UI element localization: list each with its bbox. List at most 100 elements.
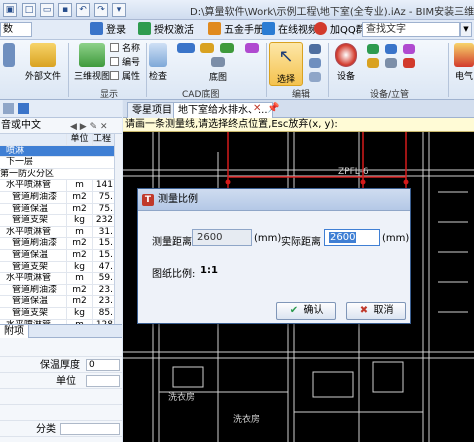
grid-row[interactable]: 管道保温 m2 23. — [0, 296, 114, 308]
close-icon[interactable]: ✕ — [253, 103, 261, 114]
tree-icon[interactable] — [3, 103, 14, 114]
grid-rows: 喷淋 下一层 第一防火分区 水平喷淋管 m 141 管道刷油漆 m2 75. 管道保温 m2 75. 管… — [0, 145, 114, 332]
layer-show-icon — [220, 43, 234, 53]
equipment-button[interactable]: 设备 — [331, 43, 361, 82]
grid-cell-qty: 23. — [92, 296, 114, 308]
checkbox-icon — [110, 71, 119, 80]
unit-select[interactable]: 数 — [0, 22, 32, 37]
grid-cell-name: 管道支架 — [12, 261, 49, 272]
grid-row[interactable]: 管道保温 m2 15. — [0, 249, 114, 262]
tab-misc-items[interactable]: 零星项目 — [127, 102, 177, 118]
tab-attached-items[interactable]: 附项 — [0, 325, 29, 338]
external-file-icon — [30, 43, 56, 67]
hardware-manual-button[interactable]: 五金手册 — [208, 22, 264, 38]
left-panel-toolbar — [0, 100, 122, 118]
check-button[interactable]: 检查 — [147, 43, 169, 82]
dialog-title: 测量比例 — [158, 194, 198, 205]
app-t-icon: T — [142, 194, 154, 206]
copy-icon — [309, 58, 321, 68]
external-file-button[interactable]: 外部文件 — [20, 43, 66, 82]
prop-row-category: 分类 — [0, 422, 122, 437]
grid-row[interactable]: 水平喷淋管 m 141 — [0, 180, 114, 192]
unit-input[interactable] — [86, 375, 120, 387]
dropdown-icon[interactable]: ▾ — [112, 3, 126, 17]
grid-row[interactable]: 管道保温 m2 75. — [0, 203, 114, 216]
window-title: D:\算量软件\Work\示例工程\地下室(全专业).iAz - BIM安装三维… — [190, 7, 474, 18]
device-tool-2[interactable] — [366, 58, 380, 70]
dialog-title-bar: T 测量比例 — [138, 189, 410, 211]
list-icon[interactable] — [18, 103, 29, 114]
filter-icons[interactable]: ◀ ▶ ✎ ✕ — [70, 120, 108, 135]
grid-cell-unit: m2 — [66, 203, 92, 215]
grid-cell-unit: kg — [66, 215, 92, 227]
grid-row[interactable]: 管道刷油漆 m2 75. — [0, 191, 114, 204]
grid-row[interactable]: 第一防火分区 — [0, 169, 114, 181]
grid-cell-name: 管道保温 — [12, 296, 49, 307]
grid-row[interactable]: 喷淋 — [0, 145, 114, 158]
measured-unit-label: (mm) — [254, 233, 282, 244]
device-tool-5[interactable] — [402, 44, 416, 56]
video-icon — [262, 22, 275, 35]
electric-button[interactable]: 电气 — [452, 43, 474, 82]
checkbox-attribute[interactable]: 属性 — [110, 71, 140, 84]
cad-tool-1[interactable] — [175, 43, 197, 55]
grid-row[interactable]: 管道支架 kg 47. — [0, 261, 114, 274]
layer-toggle-icon — [200, 43, 214, 53]
grid-cell-qty: 75. — [92, 191, 114, 203]
grid-cell-name: 管道刷油漆 — [12, 284, 58, 295]
login-button[interactable]: 登录 — [90, 22, 126, 38]
new-icon[interactable]: □ — [22, 3, 36, 17]
grid-row[interactable]: 管道支架 kg 85. — [0, 307, 114, 320]
pin-icon[interactable]: 📌 — [267, 103, 279, 114]
grid-row[interactable]: 管道刷油漆 m2 15. — [0, 238, 114, 250]
edit-tool-3[interactable] — [308, 72, 322, 84]
device-tool-6[interactable] — [402, 58, 416, 70]
checkbox-icon — [110, 43, 119, 52]
checkbox-name[interactable]: 名称 — [110, 43, 140, 56]
props-tabstrip: 附项 — [0, 324, 122, 338]
insulation-thickness-input[interactable]: 0 — [86, 359, 120, 371]
sprinkler-heads — [225, 179, 409, 185]
grid-row[interactable]: 下一层 — [0, 157, 114, 169]
title-bar: ▣ □ ▭ ▪ ↶ ↷ ▾ D:\算量软件\Work\示例工程\地下室(全专业)… — [0, 0, 474, 20]
actual-distance-input[interactable]: 2600 — [324, 229, 380, 246]
join-qq-group-button[interactable]: 加QQ群 — [314, 22, 366, 38]
edit-tool-1[interactable] — [308, 44, 322, 56]
grid-row[interactable]: 管道支架 kg 232 — [0, 215, 114, 227]
measured-distance-label: 测量距离 — [152, 237, 192, 248]
grid-row[interactable]: 管道刷油漆 m2 23. — [0, 284, 114, 297]
select-button[interactable]: ↖ 选择 — [269, 42, 303, 86]
device-tool-1[interactable] — [366, 44, 380, 56]
quantity-grid: 单位 工程 喷淋 下一层 第一防火分区 水平喷淋管 m 141 管道刷油漆 m2 75. 管道保温… — [0, 134, 114, 332]
3d-view-button[interactable]: 三维视图 — [70, 43, 114, 82]
online-video-button[interactable]: 在线视频 — [262, 22, 318, 38]
delete-icon — [309, 72, 321, 82]
import-drawing-button[interactable] — [2, 43, 16, 69]
search-dropdown-icon[interactable]: ▼ — [460, 22, 472, 37]
device-tool-4[interactable] — [384, 58, 398, 70]
base-map-button[interactable]: 底图 — [196, 57, 240, 83]
search-input[interactable]: 查找文字 — [362, 22, 460, 37]
cad-tool-2[interactable] — [198, 43, 216, 55]
grid-cell-qty: 75. — [92, 203, 114, 215]
cancel-button[interactable]: ✖ 取消 — [346, 302, 406, 320]
prop-row-unit: 单位 — [0, 374, 122, 389]
open-icon[interactable]: ▭ — [40, 3, 54, 17]
edit-tool-2[interactable] — [308, 58, 322, 70]
license-activate-button[interactable]: 授权激活 — [138, 22, 194, 38]
redo-icon[interactable]: ↷ — [94, 3, 108, 17]
cad-tool-3[interactable] — [218, 43, 236, 55]
confirm-button[interactable]: ✔ 确认 — [276, 302, 336, 320]
grid-row[interactable]: 水平喷淋管 m 31. — [0, 226, 114, 239]
grid-scrollbar[interactable] — [114, 134, 122, 324]
device-tool-3[interactable] — [384, 44, 398, 56]
cad-tool-4[interactable] — [242, 43, 262, 55]
save-icon[interactable]: ▪ — [58, 3, 72, 17]
actual-distance-label: 实际距离 — [281, 237, 321, 248]
undo-icon[interactable]: ↶ — [76, 3, 90, 17]
qq-icon — [314, 22, 327, 35]
category-input[interactable] — [60, 423, 120, 435]
checkbox-code[interactable]: 编号 — [110, 57, 140, 70]
component-search-input[interactable]: 音或中文 ◀ ▶ ✎ ✕ — [0, 118, 122, 134]
grid-row[interactable]: 水平喷淋管 m 59. — [0, 273, 114, 285]
